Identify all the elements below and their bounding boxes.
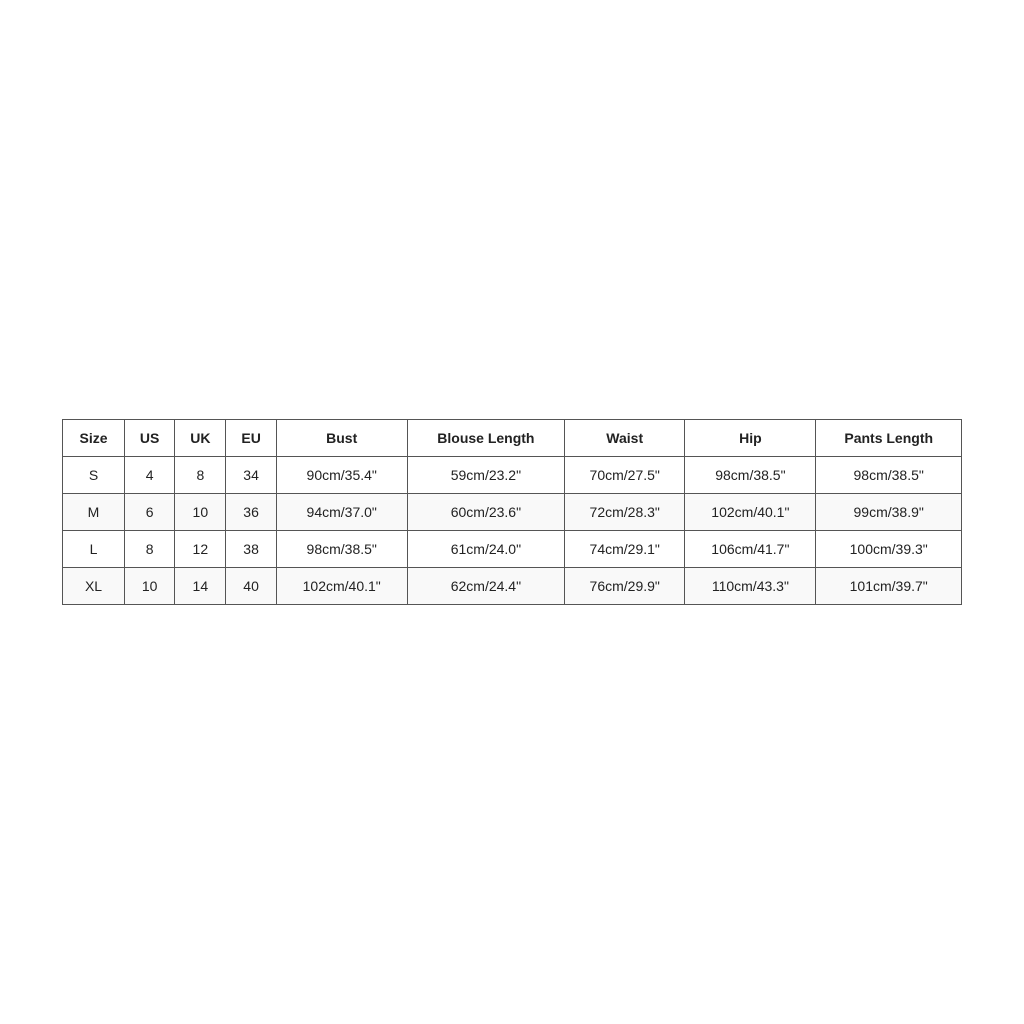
cell-hip: 106cm/41.7" (685, 531, 816, 568)
cell-size: XL (63, 568, 125, 605)
header-blouse-length: Blouse Length (407, 420, 564, 457)
header-us: US (125, 420, 175, 457)
table-row: M6103694cm/37.0"60cm/23.6"72cm/28.3"102c… (63, 494, 962, 531)
cell-waist: 70cm/27.5" (565, 457, 685, 494)
size-chart-table: Size US UK EU Bust Blouse Length Waist H… (62, 419, 962, 605)
cell-bust: 98cm/38.5" (276, 531, 407, 568)
header-pants-length: Pants Length (816, 420, 962, 457)
cell-size: M (63, 494, 125, 531)
cell-waist: 74cm/29.1" (565, 531, 685, 568)
cell-blouse_length: 61cm/24.0" (407, 531, 564, 568)
header-bust: Bust (276, 420, 407, 457)
cell-us: 4 (125, 457, 175, 494)
cell-pants_length: 100cm/39.3" (816, 531, 962, 568)
cell-eu: 40 (226, 568, 276, 605)
table-row: S483490cm/35.4"59cm/23.2"70cm/27.5"98cm/… (63, 457, 962, 494)
cell-blouse_length: 60cm/23.6" (407, 494, 564, 531)
cell-us: 6 (125, 494, 175, 531)
table-row: L8123898cm/38.5"61cm/24.0"74cm/29.1"106c… (63, 531, 962, 568)
header-hip: Hip (685, 420, 816, 457)
cell-eu: 34 (226, 457, 276, 494)
cell-blouse_length: 59cm/23.2" (407, 457, 564, 494)
header-uk: UK (175, 420, 226, 457)
cell-us: 10 (125, 568, 175, 605)
header-waist: Waist (565, 420, 685, 457)
cell-size: L (63, 531, 125, 568)
cell-hip: 98cm/38.5" (685, 457, 816, 494)
cell-us: 8 (125, 531, 175, 568)
cell-bust: 90cm/35.4" (276, 457, 407, 494)
cell-pants_length: 99cm/38.9" (816, 494, 962, 531)
cell-uk: 14 (175, 568, 226, 605)
table-row: XL101440102cm/40.1"62cm/24.4"76cm/29.9"1… (63, 568, 962, 605)
cell-uk: 8 (175, 457, 226, 494)
cell-bust: 102cm/40.1" (276, 568, 407, 605)
size-chart-container: Size US UK EU Bust Blouse Length Waist H… (62, 419, 962, 605)
cell-waist: 72cm/28.3" (565, 494, 685, 531)
header-size: Size (63, 420, 125, 457)
cell-waist: 76cm/29.9" (565, 568, 685, 605)
cell-pants_length: 101cm/39.7" (816, 568, 962, 605)
cell-uk: 10 (175, 494, 226, 531)
cell-size: S (63, 457, 125, 494)
table-header-row: Size US UK EU Bust Blouse Length Waist H… (63, 420, 962, 457)
cell-pants_length: 98cm/38.5" (816, 457, 962, 494)
cell-blouse_length: 62cm/24.4" (407, 568, 564, 605)
cell-hip: 102cm/40.1" (685, 494, 816, 531)
cell-eu: 38 (226, 531, 276, 568)
cell-uk: 12 (175, 531, 226, 568)
cell-eu: 36 (226, 494, 276, 531)
cell-hip: 110cm/43.3" (685, 568, 816, 605)
cell-bust: 94cm/37.0" (276, 494, 407, 531)
header-eu: EU (226, 420, 276, 457)
